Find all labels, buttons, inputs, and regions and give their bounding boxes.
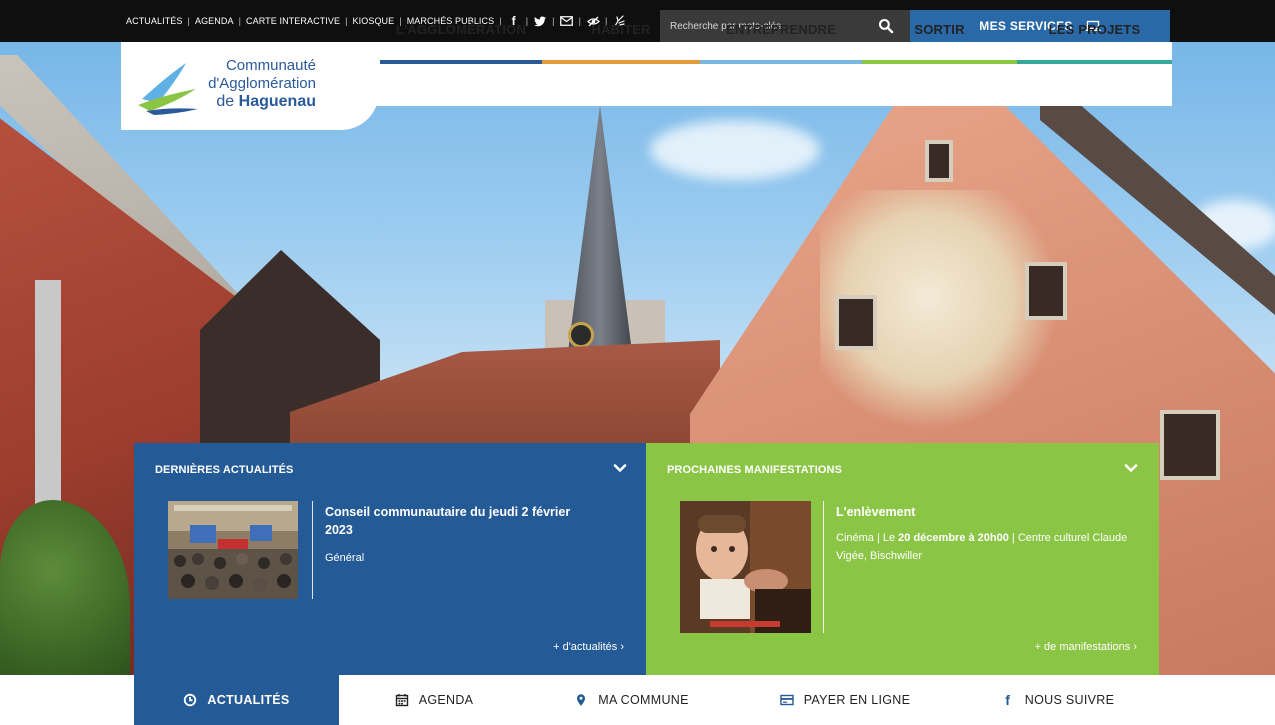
facebook-icon: f: [1005, 692, 1011, 708]
nav-item-sortir[interactable]: SORTIR: [862, 0, 1017, 64]
nav-item-les-projets[interactable]: LES PROJETS: [1017, 0, 1172, 64]
more-news-link[interactable]: + d'actualités ›: [553, 641, 624, 653]
news-heading: DERNIÈRES ACTUALITÉS: [155, 464, 294, 476]
calendar-icon: [395, 694, 408, 707]
news-divider: [312, 501, 313, 599]
top-link-agenda[interactable]: AGENDA: [195, 16, 234, 26]
bottom-nav-actualites[interactable]: ACTUALITÉS: [134, 675, 339, 725]
event-title[interactable]: L'enlèvement: [836, 503, 1126, 521]
event-meta: Cinéma | Le 20 décembre à 20h00 | Centre…: [836, 532, 1128, 562]
nav-item-agglomeration[interactable]: L'AGGLOMÉRATION: [380, 0, 542, 64]
news-category: Général: [325, 552, 365, 564]
nav-item-entreprendre[interactable]: ENTREPRENDRE: [700, 0, 862, 64]
events-panel: PROCHAINES MANIFESTATIONS L'enlèvement C…: [646, 443, 1159, 675]
map-pin-icon: [577, 694, 586, 706]
clock-icon: [184, 693, 197, 707]
top-link-actualites[interactable]: ACTUALITÉS: [126, 16, 183, 26]
news-thumbnail[interactable]: [168, 501, 298, 599]
more-events-link[interactable]: + de manifestations ›: [1035, 641, 1137, 653]
event-type: Cinéma: [836, 532, 874, 544]
bottom-nav-nous-suivre[interactable]: f NOUS SUIVRE: [956, 675, 1159, 725]
events-divider: [823, 501, 824, 633]
chevron-down-icon[interactable]: [1124, 461, 1138, 475]
news-panel: DERNIÈRES ACTUALITÉS Conseil communautai…: [134, 443, 646, 675]
events-heading: PROCHAINES MANIFESTATIONS: [667, 464, 843, 476]
news-title[interactable]: Conseil communautaire du jeudi 2 février…: [325, 503, 595, 539]
logo-line-3: de Haguenau: [216, 93, 316, 110]
event-date: 20 décembre à 20h00: [898, 532, 1009, 544]
bottom-nav-payer-en-ligne[interactable]: PAYER EN LIGNE: [734, 675, 956, 725]
chevron-down-icon[interactable]: [613, 461, 627, 475]
logo-line-1: Communauté: [225, 57, 316, 74]
bottom-nav-agenda[interactable]: AGENDA: [339, 675, 529, 725]
nav-item-habiter[interactable]: HABITER: [542, 0, 700, 64]
top-link-carte-interactive[interactable]: CARTE INTERACTIVE: [246, 16, 340, 26]
logo[interactable]: Communauté d'Agglomération de Haguenau: [136, 55, 316, 117]
logo-line-2: d'Agglomération: [208, 75, 316, 92]
bottom-nav-ma-commune[interactable]: MA COMMUNE: [529, 675, 734, 725]
credit-card-icon: [780, 694, 794, 706]
event-poster[interactable]: [680, 501, 811, 633]
logo-swoosh-icon: [138, 63, 198, 115]
